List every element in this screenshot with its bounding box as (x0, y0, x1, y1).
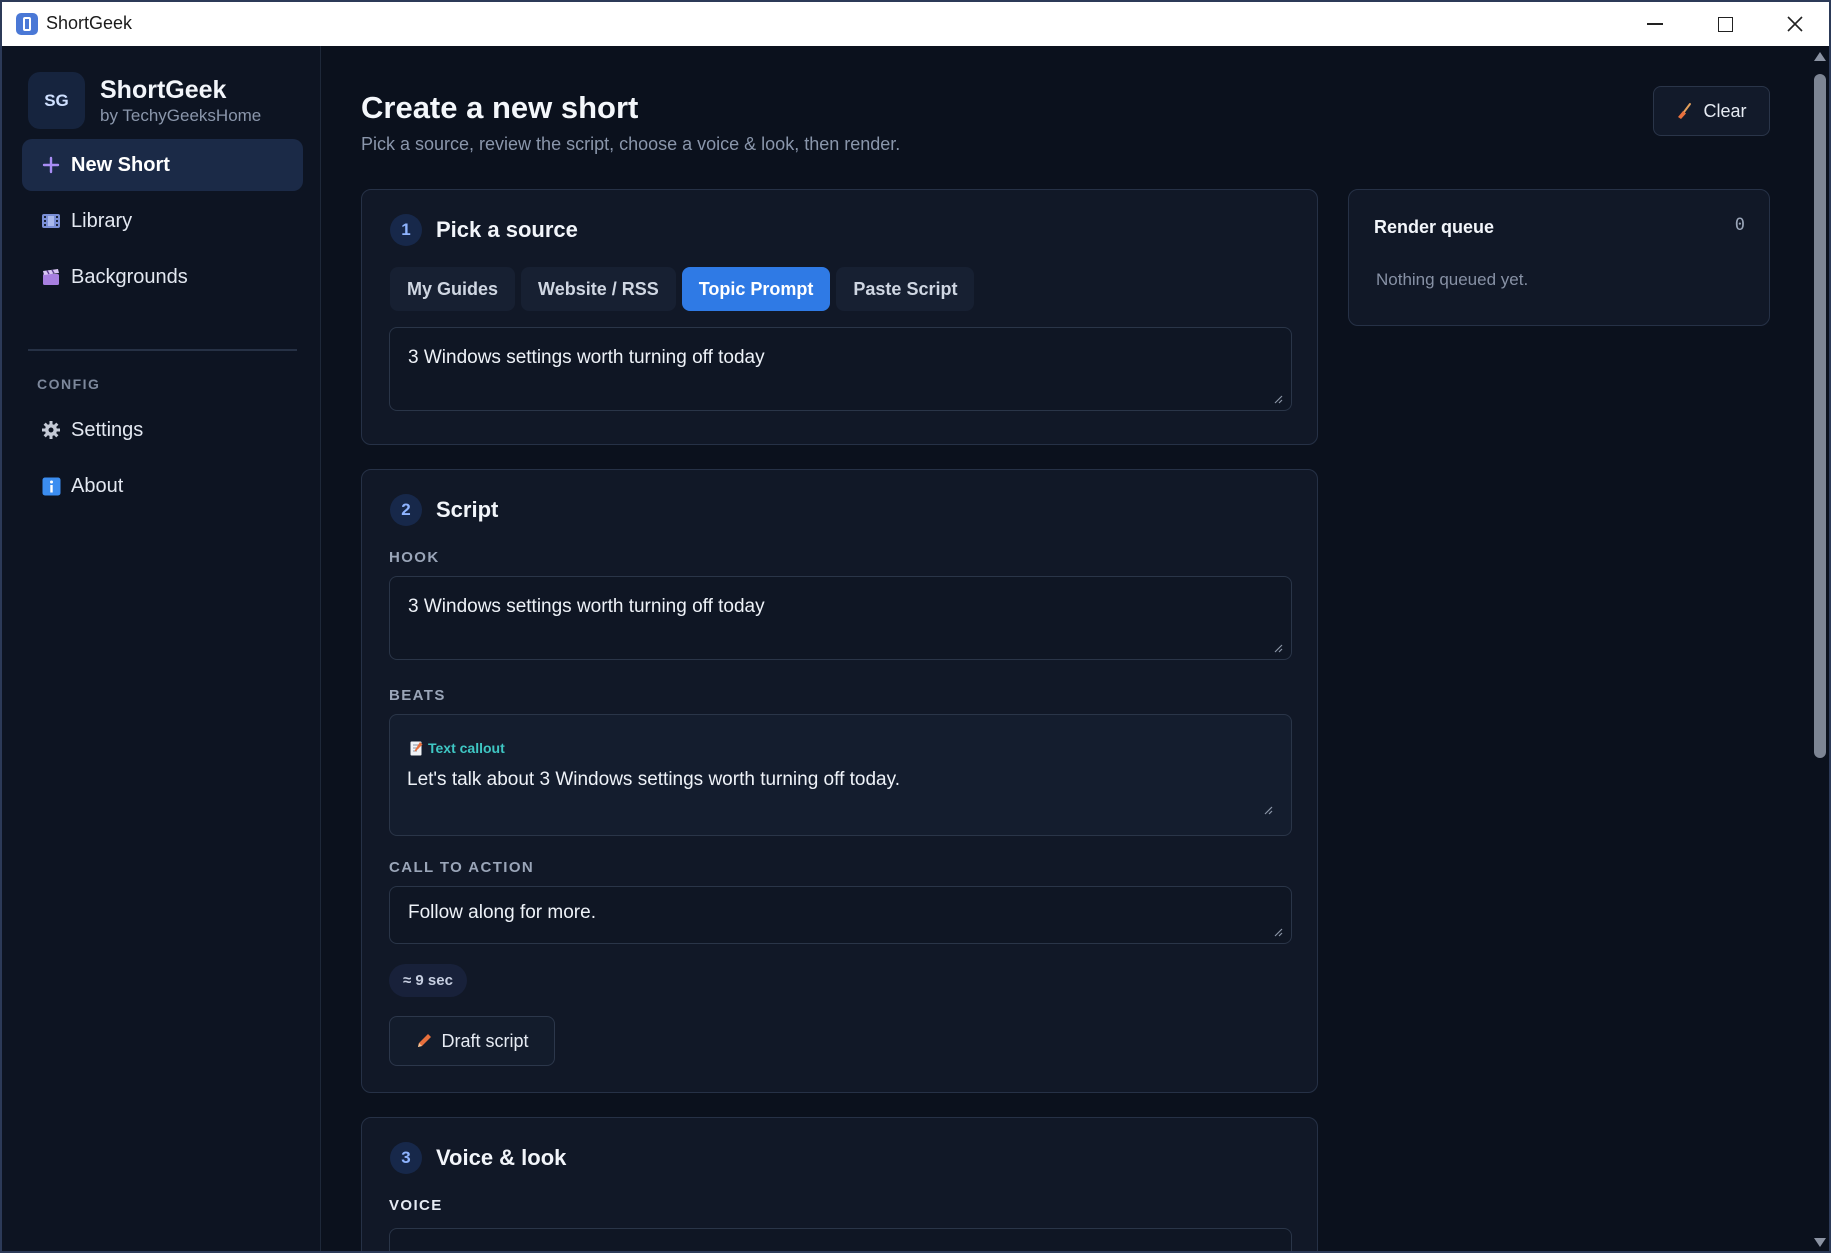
sidebar-divider (28, 349, 297, 351)
render-queue-empty-text: Nothing queued yet. (1376, 270, 1529, 289)
resize-handle-icon[interactable] (1264, 806, 1273, 815)
sidebar-item-label: New Short (71, 153, 170, 176)
beats-label: BEATS (389, 687, 446, 704)
brand-name: ShortGeek (100, 76, 227, 104)
step-number: 3 (390, 1142, 422, 1174)
topic-prompt-value: 3 Windows settings worth turning off tod… (408, 347, 765, 368)
memo-icon (410, 741, 423, 756)
sidebar-item-new-short[interactable]: New Short (22, 139, 303, 191)
cta-label: CALL TO ACTION (389, 859, 535, 876)
resize-handle-icon[interactable] (1274, 395, 1283, 404)
title-bar: ShortGeek (2, 2, 1829, 46)
plus-icon (40, 154, 62, 176)
clear-button-label: Clear (1703, 100, 1747, 121)
voice-card: 3 Voice & look VOICE (361, 1117, 1318, 1251)
render-queue-count: 0 (1734, 215, 1745, 235)
film-icon (40, 210, 62, 232)
voice-select[interactable] (389, 1228, 1292, 1251)
page-title: Create a new short (361, 90, 639, 125)
draft-script-label: Draft script (441, 1030, 529, 1051)
tab-topic-prompt[interactable]: Topic Prompt (681, 267, 831, 311)
app-icon (16, 13, 38, 35)
sidebar-item-about[interactable]: About (22, 460, 303, 512)
source-card: 1 Pick a source My Guides Website / RSS … (361, 189, 1318, 445)
voice-title: Voice & look (436, 1145, 567, 1170)
cta-input[interactable]: Follow along for more. (389, 886, 1292, 944)
step-number: 1 (390, 214, 422, 246)
voice-label: VOICE (389, 1197, 443, 1214)
beat-text: Let's talk about 3 Windows settings wort… (407, 769, 900, 790)
source-title: Pick a source (436, 217, 578, 242)
page-subtitle: Pick a source, review the script, choose… (361, 134, 901, 154)
config-section-label: CONFIG (37, 376, 101, 392)
scroll-down-icon[interactable] (1814, 1238, 1826, 1247)
brand-subtitle: by TechyGeeksHome (100, 106, 262, 125)
sidebar-item-label: Library (71, 209, 133, 232)
scroll-up-icon[interactable] (1814, 52, 1826, 61)
hook-label: HOOK (389, 549, 440, 566)
resize-handle-icon[interactable] (1274, 928, 1283, 937)
render-queue-panel: Render queue 0 Nothing queued yet. (1348, 189, 1770, 326)
sidebar: SG ShortGeek by TechyGeeksHome New Short… (2, 46, 321, 1251)
tab-paste-script[interactable]: Paste Script (836, 267, 975, 311)
app-window: ShortGeek SG ShortGeek by TechyGeeksHome… (0, 0, 1831, 1253)
brand-badge: SG (28, 72, 85, 129)
sidebar-item-label: Backgrounds (71, 265, 188, 288)
tab-my-guides[interactable]: My Guides (390, 267, 516, 311)
minimize-icon (1647, 23, 1663, 25)
broom-icon (1676, 102, 1694, 120)
sidebar-item-settings[interactable]: Settings (22, 404, 303, 456)
clapperboard-icon (40, 266, 62, 288)
maximize-button[interactable] (1690, 2, 1760, 46)
topic-prompt-input[interactable]: 3 Windows settings worth turning off tod… (389, 327, 1292, 411)
source-tabs: My Guides Website / RSS Topic Prompt Pas… (390, 267, 975, 311)
vertical-scrollbar[interactable] (1810, 46, 1829, 1251)
beat-item[interactable]: Text callout Let's talk about 3 Windows … (389, 714, 1292, 836)
window-title: ShortGeek (46, 13, 133, 33)
info-icon (40, 475, 62, 497)
gear-icon (40, 419, 62, 441)
beat-type-label: Text callout (428, 740, 505, 756)
sidebar-item-label: Settings (71, 418, 144, 441)
draft-script-button[interactable]: Draft script (389, 1016, 555, 1066)
duration-badge: ≈ 9 sec (389, 964, 467, 997)
script-title: Script (436, 497, 499, 522)
script-card: 2 Script HOOK 3 Windows settings worth t… (361, 469, 1318, 1093)
tab-website-rss[interactable]: Website / RSS (521, 267, 676, 311)
hook-input[interactable]: 3 Windows settings worth turning off tod… (389, 576, 1292, 660)
clear-button[interactable]: Clear (1653, 86, 1770, 136)
cta-value: Follow along for more. (408, 902, 596, 923)
close-icon (1787, 16, 1803, 32)
close-button[interactable] (1760, 2, 1829, 46)
pencil-icon (415, 1032, 433, 1050)
resize-handle-icon[interactable] (1274, 644, 1283, 653)
step-number: 2 (390, 494, 422, 526)
beat-type: Text callout (410, 740, 505, 756)
hook-value: 3 Windows settings worth turning off tod… (408, 596, 765, 617)
sidebar-item-library[interactable]: Library (22, 195, 303, 247)
maximize-icon (1717, 16, 1733, 32)
render-queue-title: Render queue (1374, 217, 1495, 237)
sidebar-item-label: About (71, 474, 124, 497)
scrollbar-thumb[interactable] (1814, 74, 1826, 758)
minimize-button[interactable] (1620, 2, 1690, 46)
main-content: Create a new short Pick a source, review… (322, 46, 1810, 1251)
sidebar-item-backgrounds[interactable]: Backgrounds (22, 251, 303, 303)
